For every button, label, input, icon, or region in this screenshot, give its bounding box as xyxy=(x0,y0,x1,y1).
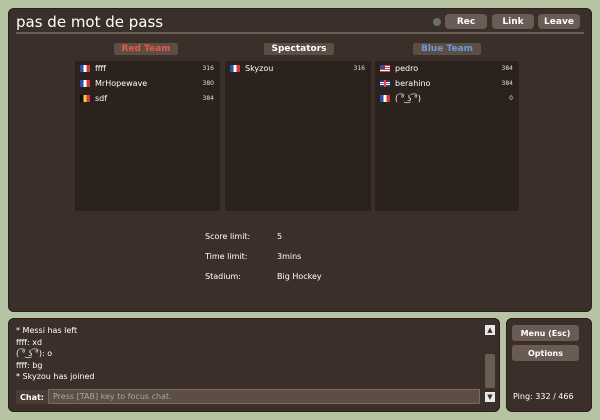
options-button[interactable]: Options xyxy=(512,345,579,361)
france-flag-icon xyxy=(80,65,90,72)
red-team-list[interactable]: ffff 316 MrHopewave 380 sdf 384 xyxy=(75,61,220,211)
chat-message: ffff: bg xyxy=(16,360,43,370)
player-row[interactable]: berahino 384 xyxy=(375,76,519,91)
chat-message: ( ͡° ͜ʖ ͡°): o xyxy=(16,349,53,358)
player-ping: 316 xyxy=(353,65,365,72)
record-indicator-icon xyxy=(433,18,441,26)
player-row[interactable]: MrHopewave 380 xyxy=(75,76,220,91)
scroll-down-icon[interactable]: ▼ xyxy=(485,392,495,402)
score-limit-value[interactable]: 5 xyxy=(277,232,282,241)
time-limit-label: Time limit: xyxy=(205,251,248,261)
blue-team-header[interactable]: Blue Team xyxy=(413,43,481,55)
player-name: MrHopewave xyxy=(95,79,148,88)
player-name: ffff xyxy=(95,64,107,73)
player-ping: 316 xyxy=(202,65,214,72)
score-limit-row: Score limit: 5 xyxy=(205,226,322,246)
stadium-value[interactable]: Big Hockey xyxy=(277,272,322,281)
player-row[interactable]: ( ͡° ͜ʖ ͡°) 0 xyxy=(375,91,519,106)
uk-flag-icon xyxy=(380,80,390,87)
player-row[interactable]: Skyzou 316 xyxy=(225,61,371,76)
player-name: ( ͡° ͜ʖ ͡°) xyxy=(395,94,421,103)
usa-flag-icon xyxy=(380,65,390,72)
scrollbar-thumb[interactable] xyxy=(485,354,495,388)
time-limit-value[interactable]: 3mins xyxy=(277,252,301,261)
time-limit-row: Time limit: 3mins xyxy=(205,246,322,266)
chat-message: ffff: xd xyxy=(16,337,43,347)
chat-message: * Messi has left xyxy=(16,326,78,335)
blue-team-list[interactable]: pedro 384 berahino 384 ( ͡° ͜ʖ ͡°) 0 xyxy=(375,61,519,211)
chat-input[interactable] xyxy=(48,389,480,404)
chat-message: * Skyzou has joined xyxy=(16,372,95,381)
link-button[interactable]: Link xyxy=(492,14,534,29)
player-ping: 384 xyxy=(501,80,513,87)
rec-button[interactable]: Rec xyxy=(445,14,487,29)
player-row[interactable]: pedro 384 xyxy=(375,61,519,76)
france-flag-icon xyxy=(380,95,390,102)
side-panel: Menu (Esc) Options Ping: 332 / 466 xyxy=(506,318,592,412)
player-ping: 0 xyxy=(509,95,513,102)
belgium-flag-icon xyxy=(80,95,90,102)
leave-button[interactable]: Leave xyxy=(538,14,580,29)
player-row[interactable]: ffff 316 xyxy=(75,61,220,76)
scroll-up-icon[interactable]: ▲ xyxy=(485,325,495,335)
score-limit-label: Score limit: xyxy=(205,231,251,241)
player-name: pedro xyxy=(395,64,419,73)
stadium-row: Stadium: Big Hockey xyxy=(205,266,322,286)
ping-readout: Ping: 332 / 466 xyxy=(513,392,574,401)
chat-label: Chat: xyxy=(16,390,48,404)
france-flag-icon xyxy=(80,80,90,87)
title-divider xyxy=(16,32,584,34)
player-ping: 380 xyxy=(202,80,214,87)
player-name: sdf xyxy=(95,94,108,103)
stadium-label: Stadium: xyxy=(205,271,241,281)
room-panel: pas de mot de pass Rec Link Leave Red Te… xyxy=(8,8,592,312)
player-name: Skyzou xyxy=(245,64,274,73)
player-name: berahino xyxy=(395,79,431,88)
france-flag-icon xyxy=(230,65,240,72)
player-ping: 384 xyxy=(501,65,513,72)
player-ping: 384 xyxy=(202,95,214,102)
player-row[interactable]: sdf 384 xyxy=(75,91,220,106)
menu-button[interactable]: Menu (Esc) xyxy=(512,325,579,341)
spectators-header[interactable]: Spectators xyxy=(264,43,334,55)
red-team-header[interactable]: Red Team xyxy=(114,43,178,55)
room-settings: Score limit: 5 Time limit: 3mins Stadium… xyxy=(205,226,322,286)
room-title: pas de mot de pass xyxy=(16,13,164,31)
chat-log: * Messi has left ffff: xd ( ͡° ͜ʖ ͡°): o… xyxy=(16,325,478,385)
spectators-list[interactable]: Skyzou 316 xyxy=(225,61,371,211)
chat-panel: * Messi has left ffff: xd ( ͡° ͜ʖ ͡°): o… xyxy=(8,318,500,412)
